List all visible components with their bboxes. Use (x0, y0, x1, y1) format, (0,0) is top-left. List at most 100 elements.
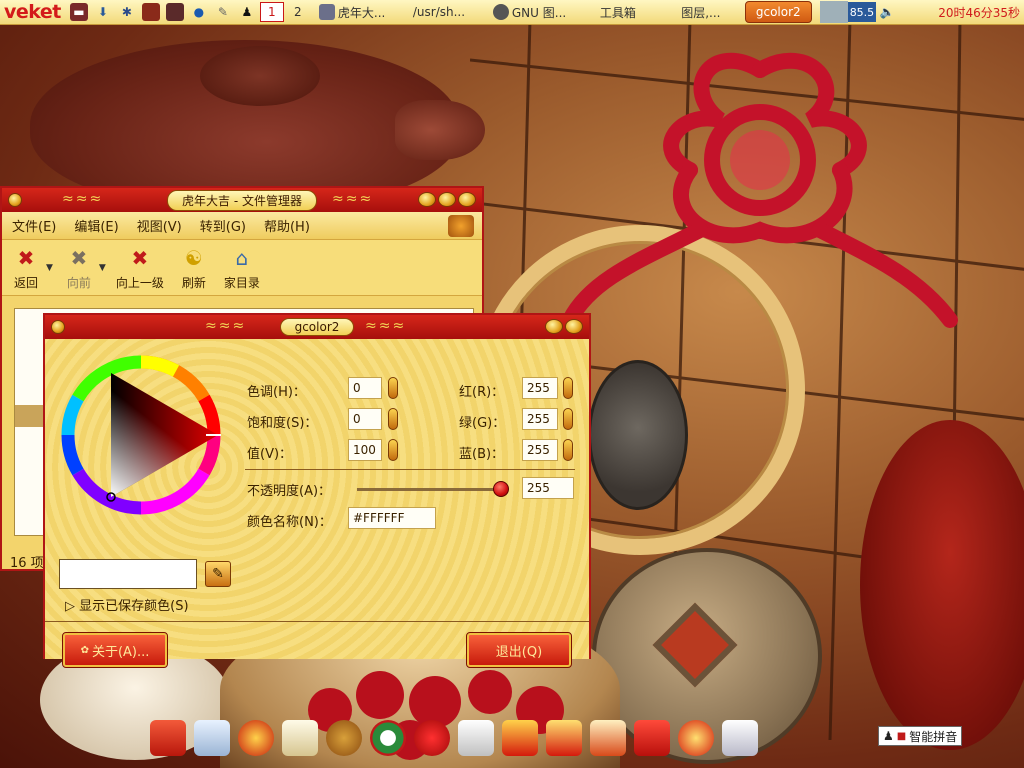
blue-spinbutton[interactable]: 255 (522, 439, 558, 461)
forward-button[interactable]: ✖ 向前 (63, 244, 95, 291)
quit-button[interactable]: 退出(Q) (466, 632, 572, 668)
veket-logo[interactable]: veket (0, 1, 67, 23)
cpu-monitor[interactable] (819, 1, 848, 23)
printer-icon[interactable] (722, 720, 758, 756)
workspace-2[interactable]: 2 (286, 2, 310, 22)
refresh-button[interactable]: ☯ 刷新 (178, 244, 210, 291)
red-spinbutton[interactable]: 255 (522, 377, 558, 399)
green-spinbutton[interactable]: 255 (522, 408, 558, 430)
gimp-icon (492, 4, 509, 20)
back-button[interactable]: ✖ 返回 (10, 244, 42, 291)
clock[interactable]: 20时46分35秒 (928, 4, 1024, 21)
up-button[interactable]: ✖ 向上一级 (116, 244, 164, 291)
lantern-icon[interactable] (238, 720, 274, 756)
about-button[interactable]: ✿ 关于(A)... (62, 632, 168, 668)
hue-spin-arrows[interactable] (388, 377, 398, 399)
forward-history-dropdown-icon[interactable]: ▼ (99, 263, 106, 273)
footer-separator (45, 621, 589, 622)
value-label: 值(V)： (247, 447, 293, 462)
firecracker-icon[interactable] (326, 720, 362, 756)
color-name-input[interactable]: #FFFFFF (348, 507, 436, 529)
eyedropper-button[interactable]: ✎ (205, 561, 231, 587)
back-history-dropdown-icon[interactable]: ▼ (46, 263, 53, 273)
knot-icon[interactable] (414, 720, 450, 756)
volume-icon[interactable]: 🔈 (876, 2, 898, 22)
cloud-ornament-icon: ≈≈≈ (62, 191, 104, 207)
cake-icon[interactable] (590, 720, 626, 756)
blue-spin-arrows[interactable] (563, 439, 573, 461)
card-icon[interactable] (458, 720, 494, 756)
terminal-launcher-icon[interactable]: ▬ (69, 3, 88, 21)
saved-colors-expander[interactable]: ▷ 显示已保存颜色(S) (65, 595, 189, 614)
tools-launcher-icon[interactable]: ✎ (214, 3, 232, 21)
task-gcolor2[interactable]: gcolor2 (744, 1, 812, 23)
window-menu-icon[interactable] (51, 320, 65, 334)
asterisk-launcher-icon[interactable]: ✱ (118, 3, 136, 21)
wallpaper-teapot-lid (200, 46, 320, 106)
wallpaper-red-cup (860, 420, 1024, 750)
home-icon: ⌂ (235, 246, 249, 270)
value-spinbutton[interactable]: 100 (348, 439, 382, 461)
wreath-icon[interactable] (370, 720, 406, 756)
briefcase-launcher-icon[interactable] (141, 3, 160, 21)
menu-edit[interactable]: 编辑(E) (74, 216, 118, 235)
close-button[interactable] (458, 192, 476, 207)
selected-row[interactable] (15, 405, 45, 427)
window-menu-icon[interactable] (8, 193, 22, 207)
task-terminal[interactable]: /usr/sh... (407, 1, 483, 23)
video-launcher-icon[interactable] (165, 3, 184, 21)
value-spin-arrows[interactable] (388, 439, 398, 461)
opacity-value-field[interactable]: 255 (522, 477, 574, 499)
file-manager-titlebar[interactable]: ≈≈≈ 虎年大吉 - 文件管理器 ≈≈≈ (2, 188, 482, 212)
about-label: 关于(A)... (91, 644, 150, 660)
about-icon: ✿ (80, 644, 89, 656)
task-layers[interactable]: 图层,... (661, 1, 741, 23)
install-launcher-icon[interactable]: ⬇ (94, 3, 112, 21)
opacity-slider-handle[interactable] (493, 481, 509, 497)
monitor-icon[interactable] (194, 720, 230, 756)
refresh-label: 刷新 (181, 276, 206, 290)
back-icon: ✖ (17, 246, 35, 270)
gcolor2-titlebar[interactable]: ≈≈≈ gcolor2 ≈≈≈ (45, 315, 589, 339)
globe-launcher-icon[interactable]: ● (190, 3, 208, 21)
task-toolbox[interactable]: 工具箱 (579, 1, 657, 23)
color-name-label: 颜色名称(N)： (247, 515, 332, 530)
task-label: GNU 图... (511, 5, 567, 20)
menu-view[interactable]: 视图(V) (137, 216, 182, 235)
wallpaper-teapot-spout (395, 100, 485, 160)
menu-go[interactable]: 转到(G) (200, 216, 246, 235)
fu-icon[interactable] (502, 720, 538, 756)
couplet-icon[interactable] (546, 720, 582, 756)
saturation-spinbutton[interactable]: 0 (348, 408, 382, 430)
maximize-button[interactable] (438, 192, 456, 207)
workspace-1[interactable]: 1 (259, 2, 284, 22)
network-monitor[interactable]: 85.5 (847, 2, 877, 22)
current-color-swatch[interactable] (59, 559, 197, 589)
gift-icon[interactable] (634, 720, 670, 756)
saturation-spin-arrows[interactable] (388, 408, 398, 430)
opacity-label: 不透明度(A)： (247, 484, 332, 499)
minimize-button[interactable] (545, 319, 563, 334)
task-gimp[interactable]: GNU 图... (487, 1, 575, 23)
home-button[interactable]: ⌂ 家目录 (224, 244, 260, 291)
input-method-indicator[interactable]: ♟ ■ 智能拼音 (878, 726, 963, 746)
hue-spinbutton[interactable]: 0 (348, 377, 382, 399)
file-manager-icon (318, 4, 335, 20)
red-envelope-icon[interactable] (150, 720, 186, 756)
qq-penguin-icon[interactable]: ♟ (238, 3, 256, 21)
task-file-manager[interactable]: 虎年大... (313, 1, 403, 23)
hsv-color-wheel[interactable] (61, 355, 221, 515)
close-button[interactable] (565, 319, 583, 334)
menu-help[interactable]: 帮助(H) (264, 216, 310, 235)
task-label: 虎年大... (337, 5, 386, 20)
calligraphy-icon[interactable] (282, 720, 318, 756)
menu-file[interactable]: 文件(E) (12, 216, 56, 235)
minimize-button[interactable] (418, 192, 436, 207)
cloud-ornament-icon: ≈≈≈ (365, 318, 407, 334)
green-spin-arrows[interactable] (563, 408, 573, 430)
task-label: 图层,... (681, 5, 721, 20)
fu-badge-icon[interactable] (678, 720, 714, 756)
opacity-slider-track[interactable] (357, 488, 507, 491)
cloud-ornament-icon: ≈≈≈ (205, 318, 247, 334)
red-spin-arrows[interactable] (563, 377, 573, 399)
